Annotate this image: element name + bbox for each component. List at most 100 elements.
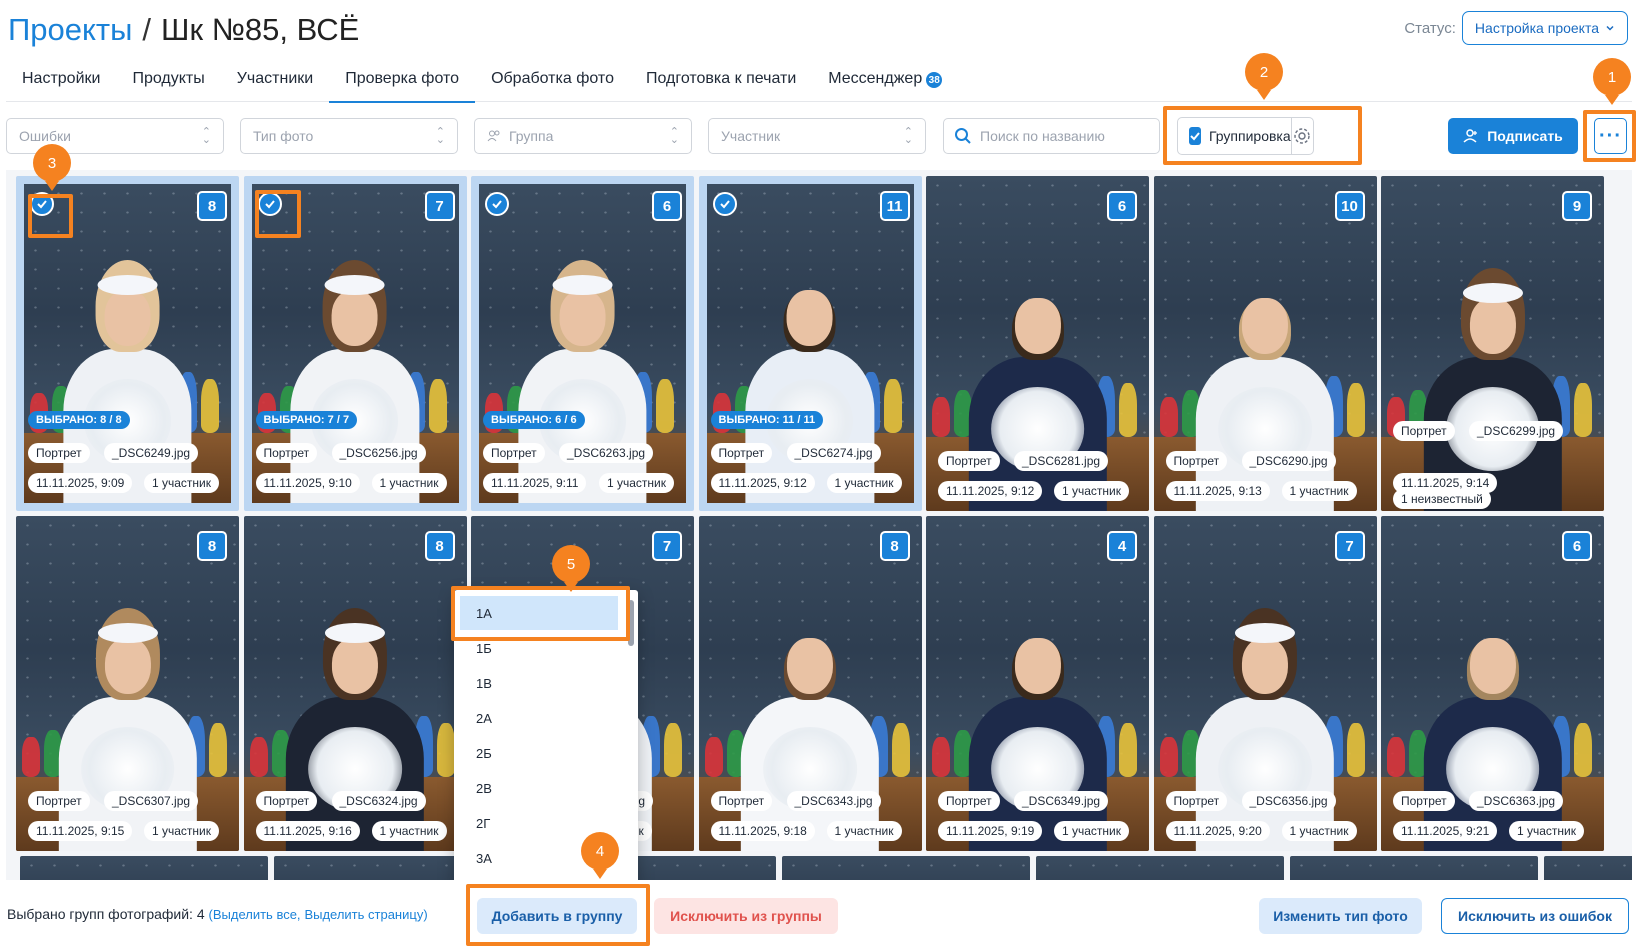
annotation-number: 5 [566,555,576,573]
photo-group-card[interactable]: 6 Портрет _DSC6363.jpg 11.11.2025, 9:21 1 уч… [1381,516,1604,851]
photo-count-badge: 8 [879,531,910,561]
grouping-settings-button[interactable] [1290,118,1313,154]
dropdown-scrollbar[interactable] [628,600,634,646]
select-checkbox[interactable] [712,192,737,216]
timestamp-pill: 11.11.2025, 9:10 [255,473,360,493]
flask-decoration [704,737,723,778]
change-photo-type-button[interactable]: Изменить тип фото [1259,898,1422,934]
child-face [104,289,151,346]
photo-type-select[interactable]: Тип фото ⌃ ⌄ [240,118,458,154]
group-option[interactable]: 2Б [460,736,618,770]
check-icon [264,200,275,209]
photo-group-card[interactable]: 9 Портрет _DSC6299.jpg 11.11.2025, 9:14 1 не… [1381,176,1604,511]
photo-group-card[interactable]: 10 Портрет _DSC6290.jpg 11.11.2025, 9:13 1 у… [1153,176,1377,511]
photo-type-pill: Портрет [938,791,1000,811]
child-figure [959,590,1115,851]
participant-select-placeholder: Участник [721,128,781,144]
select-all-link[interactable]: (Выделить все, [209,907,301,922]
photo-group-card[interactable]: 6 ВЫБРАНО: 6 / 6 Портрет _DSC6263.jpg 11.11.… [471,176,694,511]
sort-chevrons-icon: ⌃ ⌄ [201,126,211,146]
add-to-group-button[interactable]: Добавить в группу [477,898,637,934]
selected-count-badge: ВЫБРАНО: 11 / 11 [710,411,824,429]
select-checkbox[interactable] [257,192,282,216]
tab-photo-processing[interactable]: Обработка фото [475,62,630,102]
photo-count-badge: 10 [1334,191,1365,221]
photo-group-card[interactable]: 8 Портрет _DSC6343.jpg 11.11.2025, 9:18 1 уч… [698,516,922,851]
photo-group-card[interactable]: 11 ВЫБРАНО: 11 / 11 Портрет _DSC6274.jpg 11.… [698,176,922,511]
page-header: Проекты / Шк №85, ВСЁ [8,8,359,52]
photo-grid: 8 ВЫБРАНО: 8 / 8 Портрет _DSC6249.jpg 11.11.… [6,170,1632,886]
sort-chevrons-icon: ⌃ ⌄ [435,126,445,146]
grouping-toggle[interactable]: Группировка [1177,117,1314,155]
photo-count-badge: 11 [879,191,910,221]
group-option[interactable]: 1В [460,666,618,700]
group-select-placeholder: Группа [509,128,554,144]
tab-participants[interactable]: Участники [221,62,329,102]
tab-products[interactable]: Продукты [116,62,220,102]
group-select[interactable]: Группа ⌃ ⌄ [474,118,692,154]
photo-group-card[interactable]: 7 Портрет _DSC6356.jpg 11.11.2025, 9:20 1 уч… [1153,516,1377,851]
hair-bow [97,275,158,296]
photo-group-card[interactable]: 4 Портрет _DSC6349.jpg 11.11.2025, 9:19 1 уч… [926,516,1149,851]
hair-bow [325,623,385,644]
more-actions-button[interactable]: ··· [1594,118,1627,154]
sign-button[interactable]: Подписать [1448,118,1578,154]
photo-count-badge: 7 [424,191,455,221]
group-option[interactable]: 1Б [460,631,618,665]
select-page-link[interactable]: Выделить страницу) [304,907,427,922]
photo-count-badge: 4 [1107,531,1137,561]
group-option[interactable]: 1А [460,596,618,630]
photo-thumbnail[interactable] [1381,176,1604,511]
check-icon [1190,132,1200,141]
tab-messenger[interactable]: Мессенджер 38 [812,62,958,102]
exclude-from-group-label: Исключить из группы [670,908,822,924]
search-input[interactable]: Поиск по названию [943,118,1160,154]
child-figure [732,590,888,851]
photo-type-pill: Портрет [28,443,90,463]
tab-label: Продукты [132,70,205,87]
photo-type-pill: Портрет [1165,791,1228,811]
annotation-number: 1 [1607,68,1617,86]
exclude-from-errors-button[interactable]: Исключить из ошибок [1441,898,1629,934]
photo-group-card[interactable]: 6 Портрет _DSC6281.jpg 11.11.2025, 9:12 1 уч… [926,176,1149,511]
photo-type-pill: Портрет [938,451,1000,471]
status-dropdown[interactable]: Настройка проекта [1461,11,1628,45]
photo-count-badge: 8 [424,531,455,561]
participants-pill: 1 участник [1281,481,1357,501]
annotation-number: 2 [1259,63,1269,81]
participant-select[interactable]: Участник ⌃ ⌄ [708,118,926,154]
group-option[interactable]: 2А [460,701,618,735]
flask-decoration [201,378,219,433]
timestamp-pill: 11.11.2025, 9:13 [1165,481,1270,501]
search-icon [955,128,971,144]
photo-group-card[interactable]: 8 Портрет _DSC6324.jpg 11.11.2025, 9:16 1 уч… [243,516,467,851]
timestamp-pill: 11.11.2025, 9:20 [1165,821,1270,841]
photo-group-card[interactable]: 8 Портрет _DSC6307.jpg 11.11.2025, 9:15 1 уч… [16,516,239,851]
exclude-from-group-button[interactable]: Исключить из группы [654,898,838,934]
sort-chevrons-icon: ⌃ ⌄ [669,126,679,146]
tab-photo-check[interactable]: Проверка фото [329,62,475,103]
add-to-group-label: Добавить в группу [491,908,623,924]
file-name-pill: _DSC6356.jpg [1241,791,1336,811]
photo-type-pill: Портрет [710,443,773,463]
group-option[interactable]: 2В [460,771,618,805]
tab-print-prep[interactable]: Подготовка к печати [630,62,812,102]
timestamp-pill: 11.11.2025, 9:12 [938,481,1043,501]
flask-decoration [1346,723,1365,778]
grouping-checkbox[interactable] [1189,127,1201,145]
select-checkbox[interactable] [485,192,509,216]
tab-label: Обработка фото [491,70,614,87]
breadcrumb-projects-link[interactable]: Проекты [8,12,132,48]
flask-decoration [1119,383,1137,438]
photo-group-card[interactable]: 8 ВЫБРАНО: 8 / 8 Портрет _DSC6249.jpg 11.11.… [16,176,239,511]
timestamp-pill: 11.11.2025, 9:09 [28,473,133,493]
select-checkbox[interactable] [30,192,54,216]
child-face [1469,637,1516,694]
photo-type-pill: Портрет [1393,421,1455,441]
hair-bow [97,623,158,644]
chevron-down-icon [1606,25,1614,31]
tab-label: Мессенджер [828,70,923,87]
photo-group-card[interactable]: 7 ВЫБРАНО: 7 / 7 Портрет _DSC6256.jpg 11.11.… [243,176,467,511]
tab-settings[interactable]: Настройки [6,62,116,102]
participants-pill: 1 участник [371,821,447,841]
